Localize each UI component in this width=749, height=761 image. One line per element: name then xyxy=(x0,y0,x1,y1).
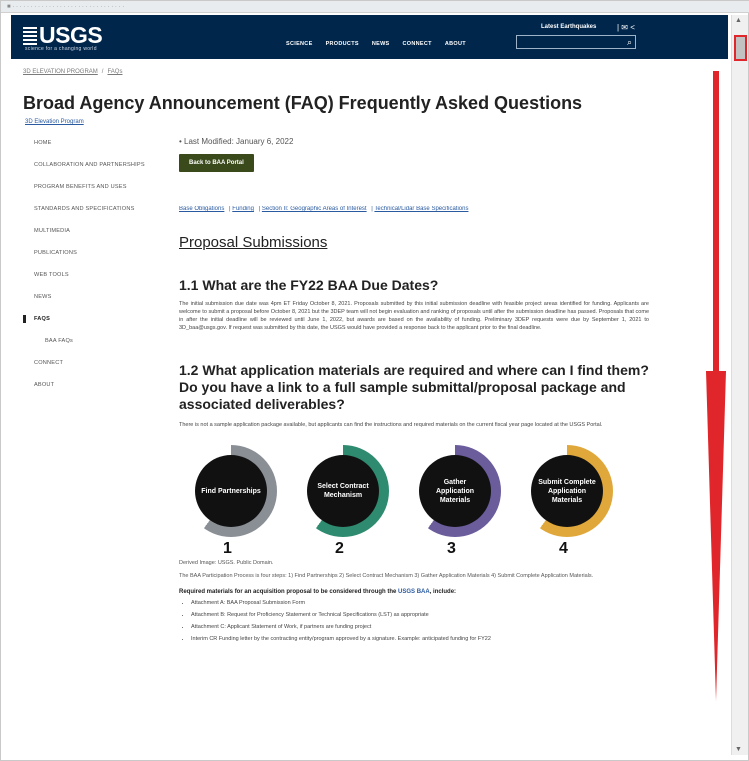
tagline: science for a changing world xyxy=(25,46,97,52)
image-credit: Derived Image: USGS. Public Domain. xyxy=(179,560,274,566)
nav-connect[interactable]: CONNECT xyxy=(403,41,432,47)
logo-mark-icon xyxy=(23,27,37,45)
step-4-number: 4 xyxy=(559,540,568,557)
last-modified: • Last Modified: January 6, 2022 xyxy=(179,137,294,146)
nav-science[interactable]: SCIENCE xyxy=(286,41,313,47)
step-1-number: 1 xyxy=(223,540,232,557)
required-intro-tail: , include: xyxy=(429,589,457,595)
top-nav: SCIENCE PRODUCTS NEWS CONNECT ABOUT xyxy=(286,41,466,47)
usgs-logo[interactable]: USGS xyxy=(23,22,103,49)
search-icon[interactable]: ⌕ xyxy=(627,37,632,48)
nav-news[interactable]: NEWS xyxy=(372,41,390,47)
step-3-label: Gather Application Materials xyxy=(419,455,491,527)
nav-about[interactable]: ABOUT xyxy=(445,41,466,47)
sidebar-item-web-tools[interactable]: WEB TOOLS xyxy=(23,271,163,279)
usgs-header: USGS science for a changing world SCIENC… xyxy=(11,15,728,59)
logo-text: USGS xyxy=(39,22,103,48)
browser-window: ■ · · · · · · · · · · · · · · · · · · · … xyxy=(0,0,749,761)
back-to-baa-portal-button[interactable]: Back to BAA Portal xyxy=(179,154,254,172)
step-3: Gather Application Materials 3 xyxy=(409,445,501,557)
sidebar: HOME COLLABORATION AND PARTNERSHIPS PROG… xyxy=(23,139,163,403)
list-item: Attachment B: Request for Proficiency St… xyxy=(191,612,649,619)
sidebar-item-connect[interactable]: CONNECT xyxy=(23,359,163,367)
usgs-baa-link[interactable]: USGS BAA xyxy=(398,589,430,595)
social-icons[interactable]: | ✉ < xyxy=(617,23,635,32)
image-caption: The BAA Participation Process is four st… xyxy=(179,573,594,579)
toc-links: Base Obligations | Funding | Section II:… xyxy=(179,206,469,212)
step-4-label: Submit Complete Application Materials xyxy=(531,455,603,527)
answer-1-1: The initial submission due date was 4pm … xyxy=(179,301,649,331)
latest-earthquakes-link[interactable]: Latest Earthquakes xyxy=(541,24,596,30)
sidebar-item-standards[interactable]: STANDARDS AND SPECIFICATIONS xyxy=(23,205,163,213)
page-title: Broad Agency Announcement (FAQ) Frequent… xyxy=(23,93,583,113)
red-arrow-annotation-icon xyxy=(706,71,726,701)
required-materials-list: Attachment A: BAA Proposal Submission Fo… xyxy=(191,600,649,643)
question-1-1: 1.1 What are the FY22 BAA Due Dates? xyxy=(179,277,439,293)
toc-link-specs[interactable]: Technical/Lidar Base Specifications xyxy=(374,206,468,212)
search-box: ⌕ xyxy=(516,35,636,54)
toc-link-areas[interactable]: Section II: Geographic Areas of Interest xyxy=(262,206,367,212)
sidebar-item-home[interactable]: HOME xyxy=(23,139,163,147)
browser-address-strip: ■ · · · · · · · · · · · · · · · · · · · … xyxy=(1,1,749,13)
scrollbar-thumb[interactable] xyxy=(734,35,747,61)
web-page: USGS science for a changing world SCIENC… xyxy=(11,15,728,755)
toc-link-obligations[interactable]: Base Obligations xyxy=(179,206,224,212)
scroll-down-arrow-icon[interactable]: ▼ xyxy=(735,746,742,753)
sidebar-item-multimedia[interactable]: MULTIMEDIA xyxy=(23,227,163,235)
scroll-up-arrow-icon[interactable]: ▲ xyxy=(735,17,742,24)
sidebar-item-benefits[interactable]: PROGRAM BENEFITS AND USES xyxy=(23,183,163,191)
list-item: Attachment A: BAA Proposal Submission Fo… xyxy=(191,600,649,607)
list-item: Attachment C: Applicant Statement of Wor… xyxy=(191,624,649,631)
required-materials-intro: Required materials for an acquisition pr… xyxy=(179,589,649,595)
program-link[interactable]: 3D Elevation Program xyxy=(25,119,84,125)
breadcrumb-separator: / xyxy=(101,69,104,75)
toc-link-funding[interactable]: Funding xyxy=(232,206,254,212)
vertical-scrollbar[interactable]: ▲ ▼ xyxy=(731,15,748,755)
step-3-number: 3 xyxy=(447,540,456,557)
sidebar-item-faqs[interactable]: FAQS xyxy=(23,315,163,323)
process-steps-graphic: Find Partnerships 1 Select Contract Mech… xyxy=(179,439,649,557)
step-1: Find Partnerships 1 xyxy=(185,445,277,557)
main-content: • Last Modified: January 6, 2022 Back to… xyxy=(179,135,649,648)
required-intro-text: Required materials for an acquisition pr… xyxy=(179,589,397,595)
nav-products[interactable]: PRODUCTS xyxy=(326,41,359,47)
sidebar-item-about[interactable]: ABOUT xyxy=(23,381,163,389)
search-input[interactable] xyxy=(517,42,635,54)
step-2-label: Select Contract Mechanism xyxy=(307,455,379,527)
step-1-label: Find Partnerships xyxy=(195,455,267,527)
question-1-2: 1.2 What application materials are requi… xyxy=(179,362,649,412)
step-2: Select Contract Mechanism 2 xyxy=(297,445,389,557)
sidebar-item-collaboration[interactable]: COLLABORATION AND PARTNERSHIPS xyxy=(23,161,163,169)
sidebar-item-baa-faqs[interactable]: BAA FAQs xyxy=(23,337,163,345)
breadcrumb-faqs[interactable]: FAQs xyxy=(107,69,122,75)
sidebar-item-news[interactable]: NEWS xyxy=(23,293,163,301)
answer-1-2: There is not a sample application packag… xyxy=(179,422,603,428)
list-item: Interim CR Funding letter by the contrac… xyxy=(191,636,649,643)
section-heading: Proposal Submissions xyxy=(179,234,328,251)
sidebar-item-publications[interactable]: PUBLICATIONS xyxy=(23,249,163,257)
breadcrumb-3dep[interactable]: 3D ELEVATION PROGRAM xyxy=(23,69,98,75)
step-4: Submit Complete Application Materials 4 xyxy=(521,445,613,557)
breadcrumb: 3D ELEVATION PROGRAM / FAQs xyxy=(23,69,122,75)
step-2-number: 2 xyxy=(335,540,344,557)
